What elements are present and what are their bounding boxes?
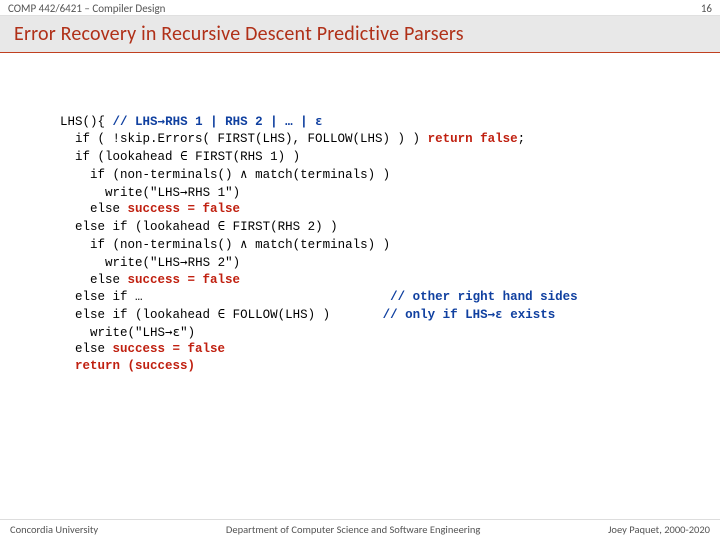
code-comment: // other right hand sides [390,290,578,304]
epsilon-icon: ε [495,306,503,321]
element-of-icon: ∈ [180,148,188,163]
code-text: else if … [60,290,390,304]
code-text: if (non-terminals() [60,168,240,182]
footer-bar: Concordia University Department of Compu… [0,519,720,540]
element-of-icon: ∈ [218,218,226,233]
code-keyword: success = false [128,202,241,216]
code-text: else [60,202,128,216]
and-icon: ∧ [240,166,248,181]
element-of-icon: ∈ [218,306,226,321]
page-number: 16 [701,2,712,15]
code-text: else [60,342,113,356]
and-icon: ∧ [240,236,248,251]
footer-center: Department of Computer Science and Softw… [226,523,480,536]
code-text: ") [180,326,195,340]
code-block: LHS(){ // LHS→RHS 1 | RHS 2 | … | ε if (… [60,113,680,375]
epsilon-icon: ε [173,324,181,339]
epsilon-icon: ε [315,113,323,128]
arrow-icon: → [180,184,188,199]
code-keyword: success = false [113,342,226,356]
code-comment: // only if LHS [383,308,488,322]
code-comment: RHS 1 | RHS 2 | … | [165,115,315,129]
arrow-icon: → [165,324,173,339]
title-bar: Error Recovery in Recursive Descent Pred… [0,15,720,53]
code-text: match(terminals) ) [248,238,391,252]
code-text: match(terminals) ) [248,168,391,182]
code-keyword: success = false [128,273,241,287]
code-comment: exists [503,308,556,322]
arrow-icon: → [180,254,188,269]
code-text: write("LHS [60,256,180,270]
code-text: write("LHS [60,186,180,200]
code-text: LHS(){ [60,115,113,129]
code-text: if ( !skip.Errors( FIRST(LHS), FOLLOW(LH… [60,132,428,146]
code-text: write("LHS [60,326,165,340]
course-label: COMP 442/6421 – Compiler Design [8,2,165,15]
header-bar: COMP 442/6421 – Compiler Design 16 [0,0,720,15]
code-keyword: return false [428,132,518,146]
content-area: LHS(){ // LHS→RHS 1 | RHS 2 | … | ε if (… [0,53,720,519]
code-text: ; [518,132,526,146]
code-text: FOLLOW(LHS) ) [225,308,383,322]
code-text: if (lookahead [60,150,180,164]
code-text: RHS 2") [188,256,241,270]
code-text: RHS 1") [188,186,241,200]
slide-title: Error Recovery in Recursive Descent Pred… [14,22,706,46]
code-text: else if (lookahead [60,220,218,234]
code-text: if (non-terminals() [60,238,240,252]
code-text: FIRST(RHS 2) ) [225,220,338,234]
code-keyword: return (success) [60,359,195,373]
footer-left: Concordia University [10,523,98,536]
code-text: else [60,273,128,287]
code-text: else if (lookahead [60,308,218,322]
arrow-icon: → [158,113,166,128]
code-text: FIRST(RHS 1) ) [188,150,301,164]
footer-right: Joey Paquet, 2000-2020 [608,523,710,536]
code-comment: // LHS [113,115,158,129]
